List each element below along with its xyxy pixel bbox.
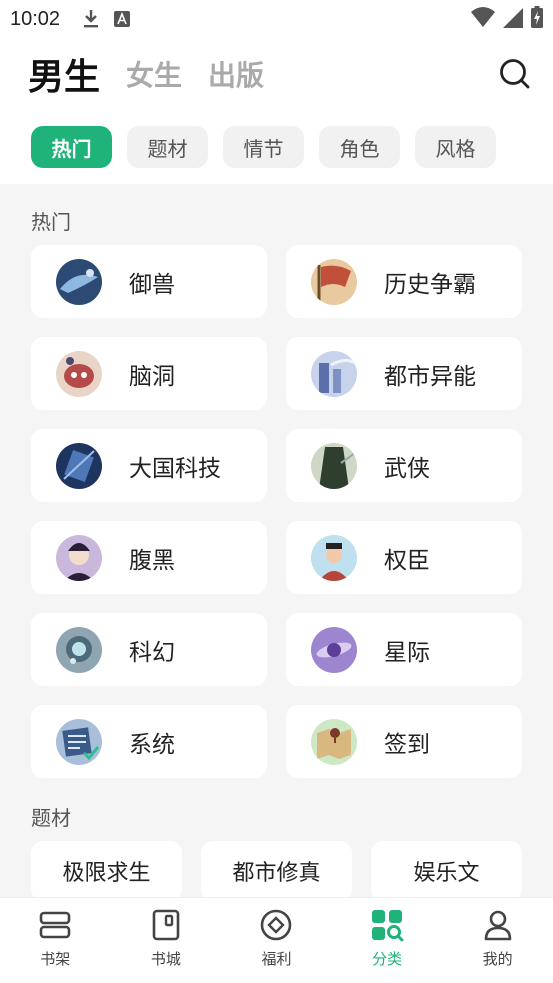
beast-taming-thumb — [56, 258, 102, 305]
theme-card-entertainment[interactable]: 娱乐文 — [371, 841, 522, 897]
app-notification-icon — [114, 11, 131, 27]
section-title-theme: 题材 — [31, 806, 71, 830]
category-card-city-power[interactable]: 都市异能 — [286, 337, 522, 410]
search-icon[interactable] — [499, 58, 531, 90]
nav-bookshelf[interactable]: 书架 — [0, 898, 111, 983]
category-icon — [372, 910, 404, 942]
category-card-wuxia[interactable]: 武侠 — [286, 429, 522, 502]
category-card-interstellar[interactable]: 星际 — [286, 613, 522, 686]
system-thumb — [56, 718, 102, 765]
download-icon — [84, 10, 99, 28]
tech-thumb — [56, 442, 102, 489]
filter-chips: 热门 题材 情节 角色 风格 — [31, 126, 496, 168]
brain-hole-thumb — [56, 350, 102, 397]
header: 男生 女生 出版 — [0, 38, 553, 110]
battery-icon — [531, 6, 543, 28]
category-card-beast-taming[interactable]: 御兽 — [31, 245, 267, 318]
welfare-icon — [261, 909, 292, 941]
scifi-thumb — [56, 626, 102, 673]
history-flag-thumb — [311, 258, 357, 305]
category-label: 星际 — [384, 639, 430, 666]
category-card-history[interactable]: 历史争霸 — [286, 245, 522, 318]
category-card-check-in[interactable]: 签到 — [286, 705, 522, 778]
category-label: 权臣 — [384, 547, 430, 574]
nav-category[interactable]: 分类 — [332, 898, 443, 983]
profile-icon — [484, 910, 511, 941]
nav-profile[interactable]: 我的 — [442, 898, 553, 983]
wifi-icon — [471, 7, 495, 27]
tab-male[interactable]: 男生 — [28, 48, 100, 100]
bottom-nav: 书架 书城 福利 分类 我的 — [0, 897, 553, 983]
chip-theme[interactable]: 题材 — [127, 126, 208, 168]
category-content: 热门 御兽 历史争霸 脑洞 都市异能 大国科技 武侠 腹黑 权臣 科幻 星际 系… — [0, 184, 553, 897]
nav-label: 福利 — [261, 950, 292, 968]
category-card-scheming[interactable]: 腹黑 — [31, 521, 267, 594]
nav-label: 书城 — [150, 950, 181, 968]
category-label: 历史争霸 — [384, 271, 476, 298]
category-label: 科幻 — [129, 639, 175, 666]
chip-plot[interactable]: 情节 — [223, 126, 304, 168]
tab-female[interactable]: 女生 — [126, 54, 182, 94]
check-in-map-thumb — [311, 718, 357, 765]
minister-thumb — [311, 534, 357, 581]
nav-label: 我的 — [482, 950, 513, 968]
bookshelf-icon — [39, 911, 71, 939]
chip-role[interactable]: 角色 — [319, 126, 400, 168]
chip-hot[interactable]: 热门 — [31, 126, 112, 168]
nav-label: 书架 — [40, 950, 71, 968]
nav-welfare[interactable]: 福利 — [221, 898, 332, 983]
category-label: 系统 — [129, 731, 175, 758]
signal-icon — [503, 8, 523, 28]
status-time: 10:02 — [10, 7, 61, 30]
section-title-hot: 热门 — [31, 210, 71, 234]
chip-style[interactable]: 风格 — [415, 126, 496, 168]
interstellar-thumb — [311, 626, 357, 673]
category-card-minister[interactable]: 权臣 — [286, 521, 522, 594]
scheming-thumb — [56, 534, 102, 581]
tab-publish[interactable]: 出版 — [208, 54, 264, 94]
category-card-tech[interactable]: 大国科技 — [31, 429, 267, 502]
city-power-thumb — [311, 350, 357, 397]
nav-bookstore[interactable]: 书城 — [111, 898, 222, 983]
category-label: 武侠 — [384, 455, 430, 482]
theme-card-extreme-survival[interactable]: 极限求生 — [31, 841, 182, 897]
status-bar: 10:02 — [0, 0, 553, 38]
category-label: 都市异能 — [384, 363, 476, 390]
category-label: 大国科技 — [129, 455, 221, 482]
theme-card-city-cultivation[interactable]: 都市修真 — [201, 841, 352, 897]
wuxia-thumb — [311, 442, 357, 489]
category-label: 腹黑 — [129, 547, 175, 574]
category-label: 御兽 — [129, 271, 175, 298]
category-label: 签到 — [384, 731, 430, 758]
category-card-system[interactable]: 系统 — [31, 705, 267, 778]
category-card-scifi[interactable]: 科幻 — [31, 613, 267, 686]
category-label: 脑洞 — [129, 363, 175, 390]
category-card-brain-hole[interactable]: 脑洞 — [31, 337, 267, 410]
bookstore-icon — [152, 909, 180, 941]
nav-label: 分类 — [372, 950, 403, 968]
